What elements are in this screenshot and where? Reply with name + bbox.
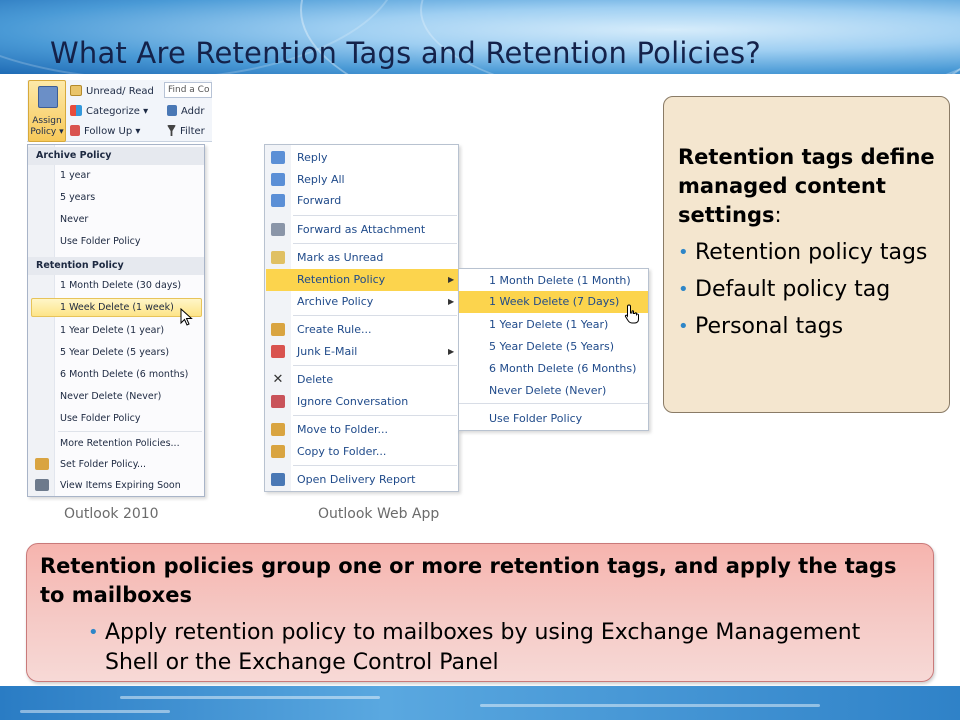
menu-separator [58, 431, 202, 432]
filter-button[interactable]: Filter [167, 125, 205, 137]
owa-mark-unread-item[interactable]: Mark as Unread [297, 251, 383, 264]
expiring-items-icon [35, 479, 49, 491]
retention-tags-list: Retention policy tags Default policy tag… [678, 239, 943, 350]
address-label: Addr [181, 106, 205, 117]
owa-forward-attachment-item[interactable]: Forward as Attachment [297, 223, 425, 236]
owa-reply-item[interactable]: Reply [297, 151, 327, 164]
set-folder-policy-item[interactable]: Set Folder Policy... [60, 459, 146, 470]
assign-label-2: Policy [30, 127, 57, 137]
rule-icon [271, 323, 285, 336]
owa-sub-item-selected[interactable]: 1 Week Delete (7 Days) [489, 295, 619, 308]
heading-colon: : [774, 203, 782, 227]
reply-icon [271, 151, 285, 164]
ol-retention-item-selected[interactable]: 1 Week Delete (1 week) [60, 302, 174, 313]
unread-read-label: Unread/ Read [86, 86, 154, 97]
ol-retention-item[interactable]: 6 Month Delete (6 months) [60, 369, 188, 380]
find-contact-input[interactable]: Find a Co [164, 82, 212, 98]
categorize-label: Categorize [86, 106, 140, 117]
filter-label: Filter [180, 126, 205, 137]
owa-move-folder-item[interactable]: Move to Folder... [297, 423, 388, 436]
filter-icon [167, 125, 176, 136]
owa-sub-item[interactable]: Never Delete (Never) [489, 384, 606, 397]
footer-banner [0, 686, 960, 720]
outlook-2010-caption: Outlook 2010 [64, 506, 159, 522]
outlook-policy-menu: Archive Policy 1 year 5 years Never Use … [27, 144, 205, 497]
archive-policy-header: Archive Policy [28, 147, 204, 165]
envelope-icon [70, 85, 82, 96]
owa-sub-item[interactable]: Use Folder Policy [489, 412, 582, 425]
mouse-pointer-icon [180, 308, 193, 326]
ol-archive-item[interactable]: 5 years [60, 192, 95, 203]
delete-icon: ✕ [272, 372, 284, 387]
owa-archive-policy-item[interactable]: Archive Policy [297, 295, 373, 308]
ignore-icon [271, 395, 285, 408]
owa-sub-item[interactable]: 5 Year Delete (5 Years) [489, 340, 614, 353]
categorize-icon [70, 105, 82, 116]
submenu-arrow-icon: ▶ [448, 275, 455, 284]
assign-policy-icon [38, 86, 58, 108]
owa-sub-item[interactable]: 6 Month Delete (6 Months) [489, 362, 636, 375]
hand-pointer-icon [624, 304, 639, 324]
ol-archive-item[interactable]: Use Folder Policy [60, 236, 140, 247]
folder-policy-icon [35, 458, 49, 470]
owa-context-menu: Reply Reply All Forward Forward as Attac… [264, 144, 459, 492]
slide-title: What Are Retention Tags and Retention Po… [50, 36, 761, 70]
retention-tags-heading-text: Retention tags define managed content se… [678, 145, 935, 227]
ol-retention-item[interactable]: Never Delete (Never) [60, 391, 161, 402]
ol-retention-item[interactable]: 1 Month Delete (30 days) [60, 280, 181, 291]
owa-forward-item[interactable]: Forward [297, 194, 341, 207]
submenu-arrow-icon: ▶ [448, 297, 455, 306]
owa-delivery-report-item[interactable]: Open Delivery Report [297, 473, 416, 486]
retention-policies-lead: Retention policies group one or more ret… [40, 554, 897, 607]
retention-tags-heading: Retention tags define managed content se… [678, 143, 938, 230]
junk-icon [271, 345, 285, 358]
owa-ignore-conversation-item[interactable]: Ignore Conversation [297, 395, 408, 408]
flag-icon [70, 125, 80, 136]
view-items-expiring-item[interactable]: View Items Expiring Soon [60, 480, 181, 491]
owa-copy-folder-item[interactable]: Copy to Folder... [297, 445, 386, 458]
attachment-icon [271, 223, 285, 236]
copy-folder-icon [271, 445, 285, 458]
submenu-arrow-icon: ▶ [448, 347, 455, 356]
envelope-icon [271, 251, 285, 264]
unread-read-button[interactable]: Unread/ Read [70, 85, 154, 97]
tag-bullet: Default policy tag [678, 276, 943, 304]
categorize-button[interactable]: Categorize ▾ [70, 105, 148, 117]
assign-policy-button[interactable]: Assign Policy ▾ [28, 80, 66, 142]
ol-retention-item[interactable]: 1 Year Delete (1 year) [60, 325, 164, 336]
retention-policies-callout: Retention policies group one or more ret… [26, 543, 934, 682]
owa-sub-item[interactable]: 1 Month Delete (1 Month) [489, 274, 631, 287]
forward-icon [271, 194, 285, 207]
retention-policies-bullet-text: Apply retention policy to mailboxes by u… [105, 620, 861, 675]
reply-all-icon [271, 173, 285, 186]
retention-policy-header: Retention Policy [28, 257, 204, 275]
owa-delete-item[interactable]: Delete [297, 373, 333, 386]
retention-tags-callout: Retention tags define managed content se… [663, 96, 950, 413]
owa-create-rule-item[interactable]: Create Rule... [297, 323, 371, 336]
owa-retention-policy-item[interactable]: Retention Policy [297, 273, 385, 286]
follow-up-label: Follow Up [84, 126, 133, 137]
follow-up-button[interactable]: Follow Up ▾ [70, 125, 140, 137]
assign-label-1: Assign [32, 116, 62, 126]
bullet-icon: • [88, 622, 99, 643]
tag-bullet: Personal tags [678, 313, 943, 341]
more-retention-policies-item[interactable]: More Retention Policies... [60, 438, 180, 449]
ol-retention-item[interactable]: 5 Year Delete (5 years) [60, 347, 169, 358]
ol-archive-item[interactable]: 1 year [60, 170, 90, 181]
ol-archive-item[interactable]: Never [60, 214, 88, 225]
owa-sub-item[interactable]: 1 Year Delete (1 Year) [489, 318, 608, 331]
retention-policies-bullet: • Apply retention policy to mailboxes by … [88, 618, 908, 678]
move-folder-icon [271, 423, 285, 436]
owa-retention-submenu: 1 Month Delete (1 Month) 1 Week Delete (… [458, 268, 649, 431]
delivery-report-icon [271, 473, 285, 486]
tag-bullet: Retention policy tags [678, 239, 943, 267]
ol-retention-item[interactable]: Use Folder Policy [60, 413, 140, 424]
owa-caption: Outlook Web App [318, 506, 440, 522]
address-book-button[interactable]: Addr [167, 105, 204, 117]
address-book-icon [167, 105, 177, 116]
owa-reply-all-item[interactable]: Reply All [297, 173, 345, 186]
owa-junk-email-item[interactable]: Junk E-Mail [297, 345, 357, 358]
